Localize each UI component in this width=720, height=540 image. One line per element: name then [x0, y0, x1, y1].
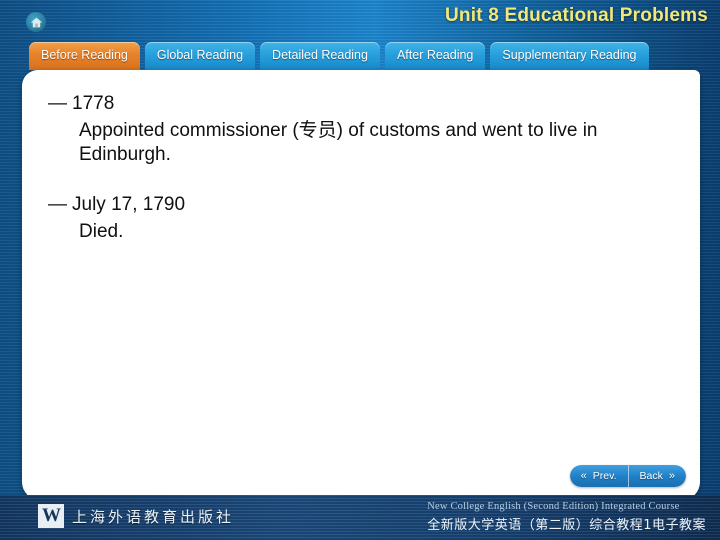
page-title: Unit 8 Educational Problems	[444, 5, 708, 26]
back-button-label: Back	[639, 470, 663, 482]
slide-header: Unit 8 Educational Problems	[0, 0, 720, 40]
tab-bar: Before Reading Global Reading Detailed R…	[29, 42, 649, 70]
content-body: — 1778 Appointed commissioner (专员) of cu…	[48, 92, 684, 270]
content-panel: — 1778 Appointed commissioner (专员) of cu…	[22, 70, 700, 500]
slide-root: Unit 8 Educational Problems Before Readi…	[0, 0, 720, 540]
double-chevron-left-icon: «	[580, 469, 587, 482]
course-title-english: New College English (Second Edition) Int…	[427, 501, 680, 512]
course-title-chinese: 全新版大学英语（第二版）综合教程1电子教案	[427, 518, 706, 533]
home-icon[interactable]	[26, 12, 46, 32]
bullet-dash-icon: —	[48, 194, 67, 216]
tab-global-reading[interactable]: Global Reading	[144, 42, 256, 70]
double-chevron-right-icon: »	[668, 469, 675, 482]
bullet-dash-icon: —	[48, 93, 67, 114]
list-item: — 1778 Appointed commissioner (专员) of cu…	[48, 92, 684, 167]
tab-after-reading[interactable]: After Reading	[384, 42, 486, 70]
list-item: — July 17, 1790 Died.	[48, 193, 684, 244]
tab-detailed-reading[interactable]: Detailed Reading	[260, 42, 380, 70]
back-button[interactable]: Back »	[627, 465, 686, 487]
bullet-heading: July 17, 1790	[72, 194, 186, 216]
tab-supplementary-reading[interactable]: Supplementary Reading	[490, 42, 649, 70]
course-info: New College English (Second Edition) Int…	[427, 501, 706, 533]
publisher-name: 上海外语教育出版社	[72, 507, 235, 526]
publisher-mark-icon: W	[38, 504, 64, 528]
prev-button-label: Prev.	[592, 470, 617, 482]
navigation-button-group: « Prev. Back »	[569, 465, 686, 487]
bullet-description: Appointed commissioner (专员) of customs a…	[79, 119, 598, 166]
bullet-heading: 1778	[72, 93, 115, 114]
bullet-heading-row: — 1778	[48, 92, 684, 116]
bullet-description: Died.	[79, 221, 124, 243]
publisher-logo: W 上海外语教育出版社	[38, 504, 234, 528]
bullet-heading-row: — July 17, 1790	[48, 193, 684, 217]
tab-before-reading[interactable]: Before Reading	[29, 42, 140, 70]
slide-footer: W 上海外语教育出版社 New College English (Second …	[0, 495, 720, 540]
prev-button[interactable]: « Prev.	[569, 465, 628, 487]
